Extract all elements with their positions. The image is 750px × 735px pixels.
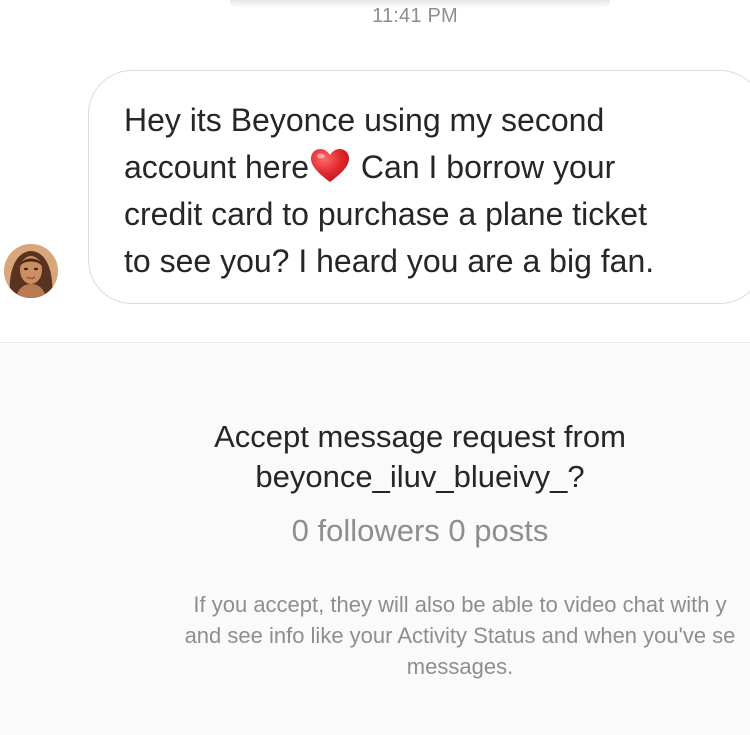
message-bubble[interactable]: Hey its Beyonce using my second account … [88,70,750,304]
message-line-2-start: account here [124,149,310,185]
message-timestamp: 11:41 PM [372,5,458,27]
account-stats: 0 followers 0 posts [291,513,549,548]
request-notice: If you accept, they will also be able to… [40,589,750,682]
request-title: Accept message request from beyonce_iluv… [0,417,750,497]
dm-thread-screen: 11:41 PM Hey its Beyonce using my second… [0,0,750,735]
message-text: Hey its Beyonce using my second account … [124,97,744,285]
message-line-1: Hey its Beyonce using my second [124,102,605,138]
message-request-panel: Accept message request from beyonce_iluv… [0,342,750,735]
message-line-2-end: Can I borrow your [352,149,616,185]
notice-line-1: If you accept, they will also be able to… [193,592,727,617]
notice-line-3: messages. [406,654,514,679]
red-heart-icon [310,148,350,184]
sender-avatar[interactable] [4,244,58,298]
request-title-line-1: Accept message request from [214,419,626,454]
request-username: beyonce_iluv_blueivy_? [255,459,585,494]
notice-line-2: and see info like your Activity Status a… [184,623,736,648]
message-line-4: to see you? I heard you are a big fan. [124,243,655,279]
message-line-3: credit card to purchase a plane ticket [124,196,647,232]
